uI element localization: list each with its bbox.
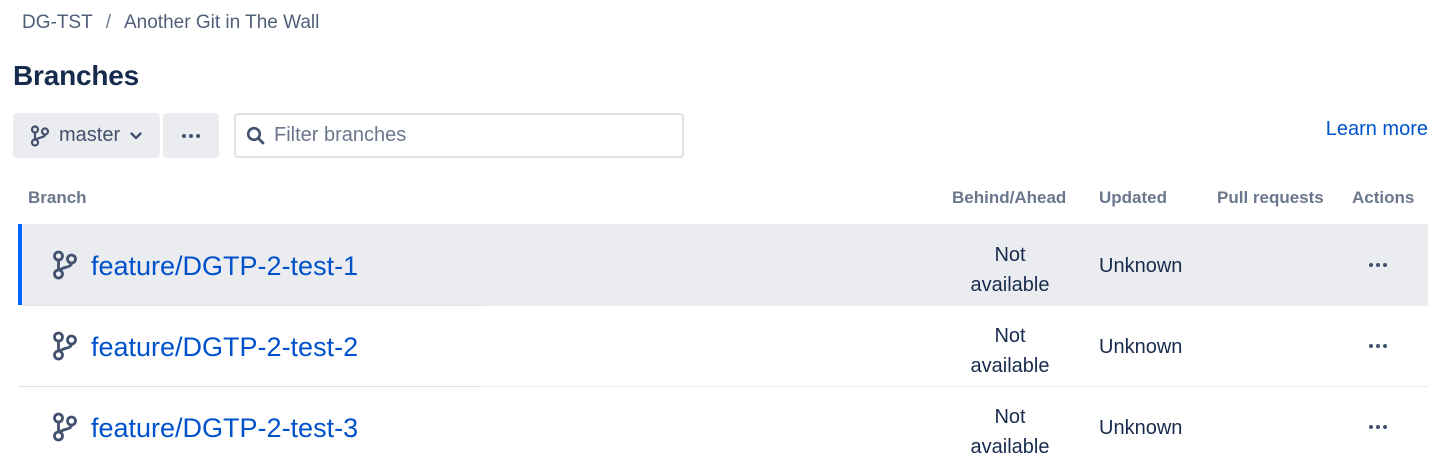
breadcrumb-repository[interactable]: Another Git in The Wall	[124, 12, 319, 34]
column-header-actions: Actions	[1352, 188, 1415, 207]
branch-name-link[interactable]: feature/DGTP-2-test-1	[91, 251, 358, 282]
updated-cell: Unknown	[1099, 417, 1183, 439]
table-row[interactable]: feature/DGTP-2-test-1 Not available Unkn…	[18, 224, 1428, 306]
more-horizontal-icon	[1369, 263, 1387, 267]
branch-selector-label: master	[59, 124, 121, 146]
branch-selector-button[interactable]: master	[13, 113, 160, 158]
behind-ahead-line1: Not	[994, 325, 1026, 347]
breadcrumb-separator: /	[105, 12, 111, 33]
git-branch-icon	[52, 250, 78, 285]
filter-branches-input[interactable]	[274, 124, 654, 147]
branch-name-link[interactable]: feature/DGTP-2-test-3	[91, 413, 358, 444]
behind-ahead-line2: available	[970, 436, 1050, 458]
table-row[interactable]: feature/DGTP-2-test-3 Not available Unkn…	[18, 386, 1428, 467]
behind-ahead-line2: available	[970, 355, 1050, 377]
more-horizontal-icon	[182, 133, 200, 138]
row-actions-button[interactable]	[1365, 336, 1391, 356]
more-actions-button[interactable]	[163, 113, 219, 158]
breadcrumb-project[interactable]: DG-TST	[22, 12, 93, 34]
branch-table-body: feature/DGTP-2-test-1 Not available Unkn…	[18, 224, 1428, 467]
updated-cell: Unknown	[1099, 336, 1183, 358]
column-header-behind-ahead: Behind/Ahead	[952, 188, 1067, 207]
column-header-updated: Updated	[1099, 188, 1167, 207]
learn-more-link[interactable]: Learn more	[1326, 118, 1428, 141]
search-icon	[246, 126, 265, 144]
behind-ahead-cell: Not available	[950, 240, 1070, 300]
behind-ahead-line2: available	[970, 274, 1050, 296]
behind-ahead-cell: Not available	[950, 402, 1070, 462]
table-row[interactable]: feature/DGTP-2-test-2 Not available Unkn…	[18, 305, 1428, 387]
breadcrumb: DG-TST / Another Git in The Wall	[22, 12, 319, 34]
column-header-pull-requests: Pull requests	[1217, 188, 1324, 207]
more-horizontal-icon	[1369, 425, 1387, 429]
git-branch-icon	[52, 412, 78, 447]
page-title: Branches	[13, 60, 140, 91]
chevron-down-icon	[130, 131, 142, 140]
row-actions-button[interactable]	[1365, 255, 1391, 275]
more-horizontal-icon	[1369, 344, 1387, 348]
filter-branches-field	[234, 113, 684, 158]
behind-ahead-cell: Not available	[950, 321, 1070, 381]
git-branch-icon	[30, 124, 50, 147]
branch-name-link[interactable]: feature/DGTP-2-test-2	[91, 332, 358, 363]
row-actions-button[interactable]	[1365, 417, 1391, 437]
behind-ahead-line1: Not	[994, 244, 1026, 266]
column-header-branch: Branch	[28, 188, 87, 207]
behind-ahead-line1: Not	[994, 406, 1026, 428]
toolbar: master	[13, 113, 219, 158]
git-branch-icon	[52, 331, 78, 366]
updated-cell: Unknown	[1099, 255, 1183, 277]
